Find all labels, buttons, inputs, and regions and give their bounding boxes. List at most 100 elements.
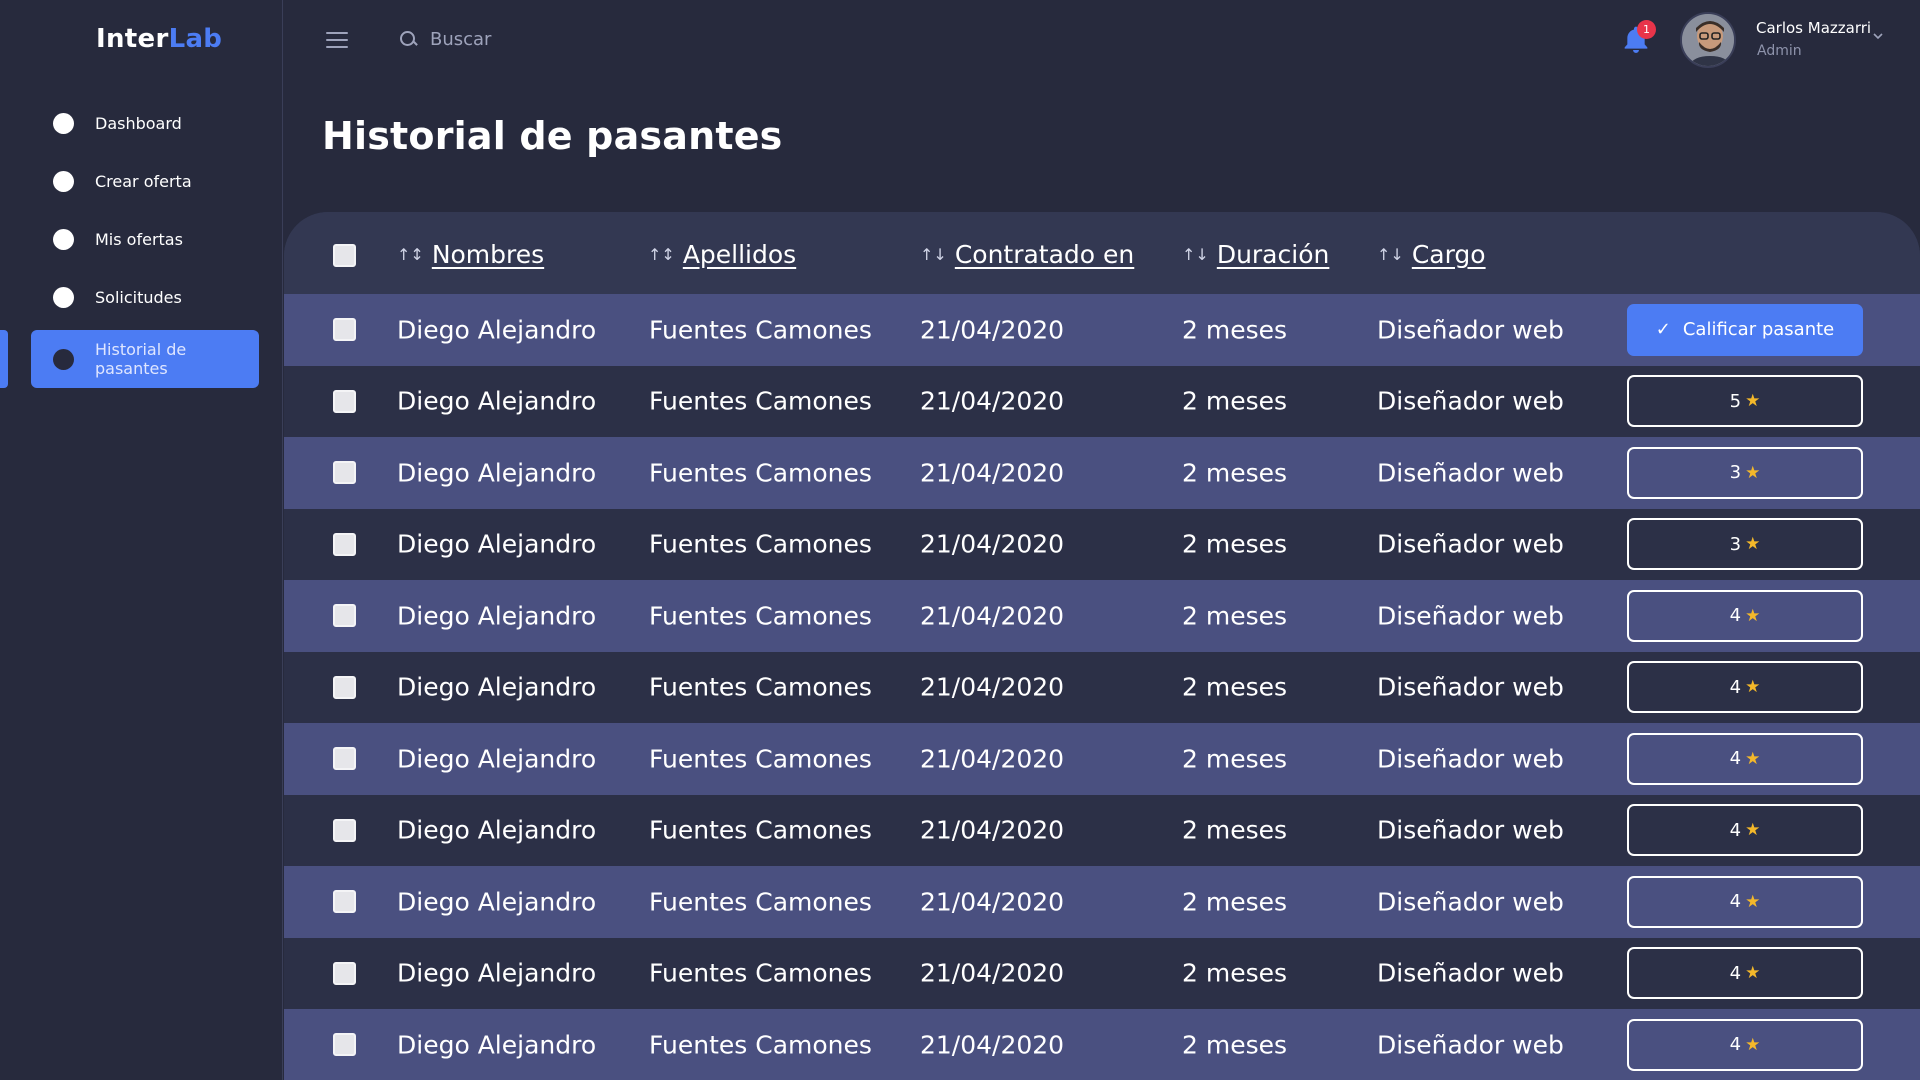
rating-value: 4 <box>1729 1034 1742 1056</box>
row-checkbox[interactable] <box>333 818 356 842</box>
table-header: ↑↕ Nombres ↑↕ Apellidos ↑↓ Contratado en… <box>284 212 1920 294</box>
row-checkbox[interactable] <box>333 890 356 913</box>
sidebar-item-label: Mis ofertas <box>95 229 183 249</box>
column-header-contratado-en[interactable]: ↑↓ Contratado en <box>920 240 1134 269</box>
star-icon: ★ <box>1745 534 1761 555</box>
row-checkbox[interactable] <box>333 604 356 627</box>
rating-button[interactable]: 4 ★ <box>1627 589 1863 642</box>
notifications-button[interactable]: 1 <box>1620 20 1656 58</box>
row-checkbox[interactable] <box>333 461 356 484</box>
column-header-apellidos[interactable]: ↑↕ Apellidos <box>648 240 796 269</box>
cell-apellidos: Fuentes Camones <box>649 529 872 559</box>
sort-icon: ↑↓ <box>1182 245 1209 264</box>
column-header-label: Cargo <box>1411 240 1486 269</box>
table-row: Diego Alejandro Fuentes Camones 21/04/2020… <box>284 508 1920 580</box>
row-checkbox[interactable] <box>333 675 356 699</box>
cell-nombres: Diego Alejandro <box>397 744 597 774</box>
rating-value: 5 <box>1729 390 1742 412</box>
star-icon: ★ <box>1745 462 1761 483</box>
avatar[interactable] <box>1680 12 1736 68</box>
rating-button[interactable]: 4 ★ <box>1627 947 1863 1000</box>
row-checkbox[interactable] <box>333 318 356 341</box>
rating-value: 4 <box>1729 676 1742 698</box>
star-icon: ★ <box>1745 963 1761 984</box>
cell-nombres: Diego Alejandro <box>397 386 597 416</box>
rating-button[interactable]: 3 ★ <box>1627 518 1863 571</box>
cell-nombres: Diego Alejandro <box>397 601 597 631</box>
sidebar-item-solicitudes[interactable]: Solicitudes <box>31 268 259 326</box>
table-row: Diego Alejandro Fuentes Camones 21/04/2020… <box>284 794 1920 866</box>
cell-contratado-en: 21/04/2020 <box>920 601 1065 631</box>
select-all-checkbox[interactable] <box>333 244 356 267</box>
active-indicator <box>0 330 8 388</box>
cell-cargo: Diseñador web <box>1377 315 1564 345</box>
column-header-cargo[interactable]: ↑↓ Cargo <box>1377 240 1486 269</box>
rating-button[interactable]: 4 ★ <box>1627 1018 1863 1071</box>
cell-apellidos: Fuentes Camones <box>649 887 872 917</box>
rating-button[interactable]: 4 ★ <box>1627 661 1863 714</box>
cell-apellidos: Fuentes Camones <box>649 1030 872 1060</box>
sidebar-item-historial-de-pasantes[interactable]: Historial de pasantes <box>31 330 259 388</box>
rating-button[interactable]: 4 ★ <box>1627 875 1863 928</box>
table-row: Diego Alejandro Fuentes Camones 21/04/2020… <box>284 937 1920 1009</box>
sidebar-item-crear-oferta[interactable]: Crear oferta <box>31 152 259 210</box>
cell-contratado-en: 21/04/2020 <box>920 386 1065 416</box>
cell-duracion: 2 meses <box>1182 744 1288 774</box>
column-header-nombres[interactable]: ↑↕ Nombres <box>397 240 544 269</box>
table-row: Diego Alejandro Fuentes Camones 21/04/2020… <box>284 580 1920 652</box>
sidebar-item-label: Historial de pasantes <box>95 340 187 378</box>
rating-button[interactable]: 4 ★ <box>1627 804 1863 857</box>
cell-apellidos: Fuentes Camones <box>649 458 872 488</box>
cell-duracion: 2 meses <box>1182 458 1288 488</box>
star-icon: ★ <box>1745 820 1761 841</box>
sort-icon: ↑↕ <box>397 245 424 264</box>
cell-nombres: Diego Alejandro <box>397 958 597 988</box>
sidebar-item-dashboard[interactable]: Dashboard <box>31 94 259 152</box>
star-icon: ★ <box>1745 677 1761 698</box>
sidebar-item-mis-ofertas[interactable]: Mis ofertas <box>31 210 259 268</box>
search-icon <box>398 29 418 49</box>
app-logo[interactable]: InterLab <box>96 24 222 54</box>
column-header-label: Nombres <box>431 240 545 269</box>
cell-cargo: Diseñador web <box>1377 744 1564 774</box>
row-checkbox[interactable] <box>333 747 356 770</box>
cell-contratado-en: 21/04/2020 <box>920 315 1065 345</box>
cell-nombres: Diego Alejandro <box>397 815 597 845</box>
row-checkbox[interactable] <box>333 1033 356 1056</box>
cell-cargo: Diseñador web <box>1377 529 1564 559</box>
row-checkbox[interactable] <box>333 389 356 413</box>
column-header-duracion[interactable]: ↑↓ Duración <box>1182 240 1329 269</box>
check-icon: ✓ <box>1655 319 1671 341</box>
cell-nombres: Diego Alejandro <box>397 1030 597 1060</box>
cell-apellidos: Fuentes Camones <box>649 315 872 345</box>
user-role: Admin <box>1757 43 1802 59</box>
cell-cargo: Diseñador web <box>1377 386 1564 416</box>
table-row: Diego Alejandro Fuentes Camones 21/04/2020… <box>284 723 1920 795</box>
cell-cargo: Diseñador web <box>1377 1030 1564 1060</box>
cell-duracion: 2 meses <box>1182 601 1288 631</box>
cell-nombres: Diego Alejandro <box>397 458 597 488</box>
rate-intern-button[interactable]: ✓ Calificar pasante <box>1627 303 1863 356</box>
cell-cargo: Diseñador web <box>1377 958 1564 988</box>
rating-value: 4 <box>1729 605 1742 627</box>
star-icon: ★ <box>1745 891 1761 912</box>
star-icon: ★ <box>1745 391 1761 412</box>
cell-duracion: 2 meses <box>1182 958 1288 988</box>
rating-button[interactable]: 3 ★ <box>1627 446 1863 499</box>
cell-duracion: 2 meses <box>1182 887 1288 917</box>
cell-cargo: Diseñador web <box>1377 601 1564 631</box>
table-row: Diego Alejandro Fuentes Camones 21/04/2020… <box>284 294 1920 366</box>
search-input[interactable] <box>430 28 770 50</box>
chevron-down-icon[interactable] <box>1872 30 1884 42</box>
cell-duracion: 2 meses <box>1182 386 1288 416</box>
row-checkbox[interactable] <box>333 532 356 556</box>
rating-button[interactable]: 4 ★ <box>1627 732 1863 785</box>
hamburger-icon[interactable] <box>326 32 348 48</box>
rating-value: 4 <box>1729 962 1742 984</box>
sort-icon: ↑↕ <box>648 245 675 264</box>
table-row: Diego Alejandro Fuentes Camones 21/04/2020… <box>284 866 1920 938</box>
row-checkbox[interactable] <box>333 961 356 985</box>
rating-button[interactable]: 5 ★ <box>1627 375 1863 428</box>
cell-cargo: Diseñador web <box>1377 672 1564 702</box>
cell-apellidos: Fuentes Camones <box>649 958 872 988</box>
